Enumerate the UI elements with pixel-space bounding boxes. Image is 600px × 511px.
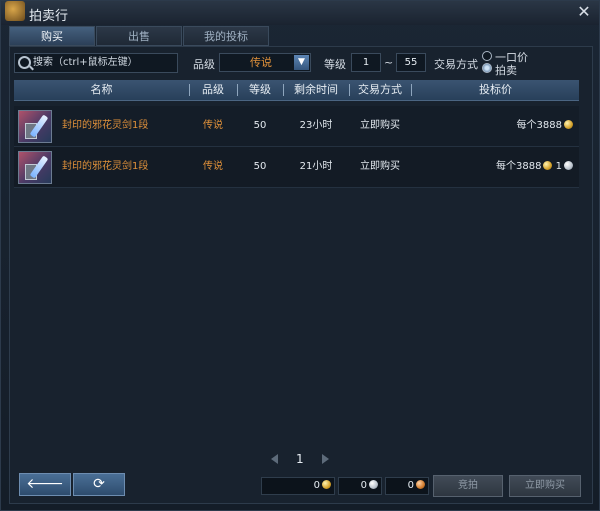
page-number: 1 <box>296 452 304 466</box>
table-row[interactable]: 封印的邪花灵剑1段 传说 50 21小时 立即购买 每个3888 1 <box>14 147 579 188</box>
buy-now-button[interactable]: 立即购买 <box>509 475 581 497</box>
item-grade: 传说 <box>203 120 223 131</box>
auction-house-icon <box>5 1 25 21</box>
level-range-separator: ~ <box>384 56 394 69</box>
radio-buyout[interactable] <box>482 51 492 61</box>
level-max-input[interactable]: 55 <box>396 53 426 72</box>
radio-auction[interactable] <box>482 63 492 73</box>
trade-method-label: 交易方式 <box>434 58 478 71</box>
silver-coin-icon <box>564 161 573 170</box>
pager-prev-button[interactable] <box>271 454 278 464</box>
copper-amount: 0 <box>385 477 429 495</box>
back-button[interactable]: 🡐 <box>19 473 71 496</box>
tab-buy[interactable]: 购买 <box>9 26 95 46</box>
item-level: 50 <box>253 161 267 172</box>
grade-select[interactable]: 传说 ▼ <box>219 53 311 72</box>
search-placeholder: 搜索（ctrl+鼠标左键） <box>33 57 138 68</box>
column-time-left[interactable]: 剩余时间 <box>284 80 348 100</box>
level-min-input[interactable]: 1 <box>351 53 381 72</box>
price-prefix: 每个 <box>516 120 537 131</box>
item-trade-method: 立即购买 <box>360 120 400 131</box>
column-trade-method[interactable]: 交易方式 <box>350 80 410 100</box>
item-price: 每个3888 <box>412 106 573 146</box>
table-row[interactable]: 封印的邪花灵剑1段 传说 50 23小时 立即购买 每个3888 <box>14 106 579 147</box>
item-grade: 传说 <box>203 161 223 172</box>
radio-auction-label: 拍卖 <box>495 64 517 77</box>
price-gold: 3888 <box>515 161 542 172</box>
gold-coin-icon <box>564 120 573 129</box>
search-icon <box>18 56 31 69</box>
gold-coin-icon <box>543 161 553 170</box>
auction-window: 拍卖行 ✕ 购买 出售 我的投标 搜索（ctrl+鼠标左键） 品级 传说 ▼ 等… <box>0 0 600 511</box>
item-trade-method: 立即购买 <box>360 161 400 172</box>
refresh-button[interactable]: ⟳ <box>73 473 125 496</box>
search-input[interactable]: 搜索（ctrl+鼠标左键） <box>14 53 178 73</box>
sword-icon[interactable] <box>18 151 52 184</box>
table-header: 名称 品级 等级 剩余时间 交易方式 投标价 <box>14 80 579 101</box>
grade-select-value: 传说 <box>250 56 272 69</box>
item-name: 封印的邪花灵剑1段 <box>62 161 149 172</box>
column-level[interactable]: 等级 <box>238 80 282 100</box>
window-title: 拍卖行 <box>29 9 69 24</box>
item-time-left: 23小时 <box>299 120 333 131</box>
column-name[interactable]: 名称 <box>14 80 189 100</box>
tab-my-bids[interactable]: 我的投标 <box>183 26 269 46</box>
silver-amount-value: 0 <box>360 480 367 491</box>
item-level: 50 <box>253 120 267 131</box>
column-grade[interactable]: 品级 <box>190 80 236 100</box>
item-name: 封印的邪花灵剑1段 <box>62 120 149 131</box>
silver-amount: 0 <box>338 477 382 495</box>
sword-icon[interactable] <box>18 110 52 143</box>
title-bar: 拍卖行 ✕ <box>1 1 599 25</box>
tab-sell[interactable]: 出售 <box>96 26 182 46</box>
gold-amount: 0 <box>261 477 335 495</box>
close-button[interactable]: ✕ <box>575 3 593 21</box>
bid-button[interactable]: 竞拍 <box>433 475 503 497</box>
pager-next-button[interactable] <box>322 454 329 464</box>
price-extra: 1 <box>555 161 562 172</box>
item-time-left: 21小时 <box>299 161 333 172</box>
copper-coin-icon <box>416 480 425 489</box>
grade-label: 品级 <box>193 58 215 71</box>
gold-amount-value: 0 <box>313 480 320 491</box>
level-label: 等级 <box>324 58 346 71</box>
price-gold: 3888 <box>536 120 562 131</box>
price-prefix: 每个 <box>495 161 516 172</box>
chevron-down-icon[interactable]: ▼ <box>294 55 309 70</box>
silver-coin-icon <box>369 480 378 489</box>
item-price: 每个3888 1 <box>412 147 573 187</box>
copper-amount-value: 0 <box>407 480 414 491</box>
gold-coin-icon <box>322 480 331 489</box>
column-bid-price[interactable]: 投标价 <box>412 80 579 100</box>
